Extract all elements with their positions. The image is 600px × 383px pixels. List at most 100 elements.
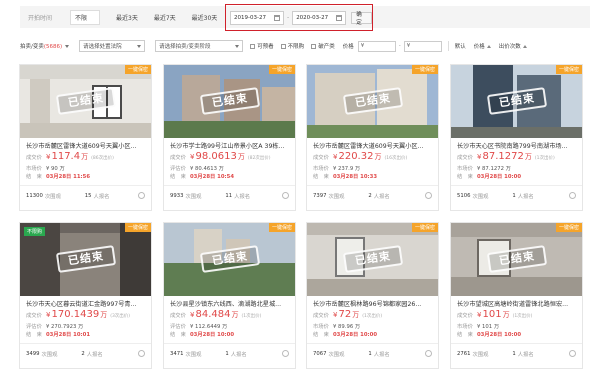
date-to-input[interactable]: 2020-03-27 (292, 10, 347, 25)
ref-price-value: ¥ 270.7923 万 (46, 324, 84, 330)
signup-suffix: 人报名 (517, 193, 534, 200)
card-title[interactable]: 长沙市岳麓区枫林路96号锦都家园26... (313, 299, 435, 308)
price-label: 价格 (342, 44, 354, 50)
card-title[interactable]: 长沙市岳麓区雷锋大道609号天翼小区... (26, 141, 148, 150)
badge: 一键保密 (411, 223, 438, 232)
deal-price-row: 成交价 ¥ 170.1439 万 (3次出价) (26, 309, 130, 320)
views-suffix: 次围观 (44, 193, 61, 200)
card-title[interactable]: 长沙市学士路99号江山帝景小区A 39栋... (170, 141, 292, 150)
auction-card[interactable]: 一键保密 已结束 长沙县星沙镇东六线西、滴湖路北星城... 成交价 ¥ 84.4… (163, 222, 296, 369)
signup-suffix: 人报名 (373, 193, 390, 200)
deal-price: 87.1272 (482, 151, 524, 162)
yen-sign: ¥ (46, 311, 51, 319)
ref-price-label: 市场价 (26, 166, 42, 172)
sort-default[interactable]: 默认 (455, 42, 466, 50)
bid-count: (86次出价) (91, 156, 114, 161)
date-from-input[interactable]: 2019-03-27 (230, 10, 285, 25)
favorite-icon[interactable] (138, 192, 145, 199)
price-to-input[interactable]: ¥ (403, 40, 442, 52)
date-from-value: 2019-03-27 (234, 14, 266, 21)
deal-price-label: 成交价 (457, 155, 473, 161)
date-range-highlight: 2019-03-27 - 2020-03-27 确定 (225, 4, 373, 31)
deal-price-row: 成交价 ¥ 101 万 (1次出价) (457, 309, 532, 320)
end-time: 03月28日 10:01 (46, 332, 91, 338)
auction-card[interactable]: 一键保密 已结束 长沙市岳麓区雷锋大道609号天翼小区... 成交价 ¥ 117… (19, 64, 152, 211)
count-value: (5686) (43, 44, 63, 50)
auction-card[interactable]: 不限购 一键保密 已结束 长沙市天心区暮云街道汇金路997号青... 成交价 ¥… (19, 222, 152, 369)
sort-bar: 拍卖/变卖(5686) 请选择处置法院 请选择拍卖/变卖阶段 可预看 不限购 破… (20, 38, 590, 54)
time-option-7days[interactable]: 最近7天 (146, 11, 184, 24)
deal-price: 84.484 (195, 309, 231, 320)
views-suffix: 次围观 (328, 193, 345, 200)
ref-price-value: ¥ 237.9 万 (333, 166, 361, 172)
favorite-icon[interactable] (425, 192, 432, 199)
deal-price-label: 成交价 (26, 313, 42, 319)
card-title[interactable]: 长沙市望城区高塘岭街道雷锋北路恒宏... (457, 299, 579, 308)
view-count: 9933 (170, 192, 184, 199)
deal-price: 72 (338, 309, 352, 320)
end-time-row: 结 束 03月28日 10:33 (313, 172, 377, 180)
badge: 一键保密 (124, 65, 151, 74)
stage-select-value: 请选择拍卖/变卖阶段 (159, 44, 211, 50)
unlimited-checkbox[interactable]: 不限购 (280, 42, 304, 50)
end-time: 03月28日 10:00 (477, 332, 522, 338)
views-suffix: 次围观 (185, 351, 202, 358)
favorite-icon[interactable] (282, 192, 289, 199)
calendar-icon (274, 14, 281, 21)
deal-price-label: 成交价 (313, 155, 329, 161)
end-time: 03月28日 10:54 (190, 174, 235, 180)
calendar-icon (336, 14, 343, 21)
badge: 一键保密 (268, 223, 295, 232)
confirm-button[interactable]: 确定 (351, 11, 372, 26)
preview-checkbox[interactable]: 可预看 (250, 42, 274, 50)
end-time-row: 结 束 03月28日 10:01 (26, 330, 90, 338)
court-select[interactable]: 请选择处置法院 (79, 40, 146, 52)
end-label: 结 束 (170, 332, 186, 338)
favorite-icon[interactable] (282, 350, 289, 357)
sort-arrow-icon (522, 45, 527, 48)
favorite-icon[interactable] (138, 350, 145, 357)
yen-sign: ¥ (333, 153, 338, 161)
price-from-input[interactable]: ¥ (357, 40, 396, 52)
end-time: 03月28日 10:00 (190, 332, 235, 338)
favorite-icon[interactable] (569, 192, 576, 199)
price-unit: 万 (81, 153, 89, 161)
court-select-value: 请选择处置法院 (83, 44, 122, 50)
signup-count: 1 (225, 350, 229, 357)
time-option-any[interactable]: 不限 (70, 9, 101, 25)
deal-price-label: 成交价 (26, 155, 42, 161)
badge: 一键保密 (555, 223, 582, 232)
auction-card[interactable]: 一键保密 已结束 长沙市天心区书院南路799号南湖市场... 成交价 ¥ 87.… (450, 64, 583, 211)
views-suffix: 次围观 (472, 351, 489, 358)
ref-price-value: ¥ 101 万 (477, 324, 500, 330)
favorite-icon[interactable] (425, 350, 432, 357)
card-title[interactable]: 长沙市岳麓区雷锋大道609号天翼小区... (313, 141, 435, 150)
sort-arrow-icon (486, 45, 491, 48)
sort-bids[interactable]: 出价次数 (499, 42, 527, 50)
card-title[interactable]: 长沙市天心区书院南路799号南湖市场... (457, 141, 579, 150)
signup-count: 2 (81, 350, 85, 357)
auction-card[interactable]: 一键保密 已结束 长沙市岳麓区枫林路96号锦都家园26... 成交价 ¥ 72 … (306, 222, 439, 369)
card-footer: 7067 次围观 1 人报名 (307, 343, 438, 363)
signup-suffix: 人报名 (373, 351, 390, 358)
card-title[interactable]: 长沙县星沙镇东六线西、滴湖路北星城... (170, 299, 292, 308)
time-option-30days[interactable]: 最近30天 (184, 11, 226, 24)
auction-card[interactable]: 一键保密 已结束 长沙市岳麓区雷锋大道609号天翼小区... 成交价 ¥ 220… (306, 64, 439, 211)
time-option-3days[interactable]: 最近3天 (108, 11, 146, 24)
ref-price-label: 评估价 (170, 166, 186, 172)
auction-card[interactable]: 一键保密 已结束 长沙市望城区高塘岭街道雷锋北路恒宏... 成交价 ¥ 101 … (450, 222, 583, 369)
stage-select[interactable]: 请选择拍卖/变卖阶段 (155, 40, 244, 52)
divider (447, 41, 449, 51)
view-count: 7067 (313, 350, 327, 357)
bankruptcy-checkbox[interactable]: 破产类 (311, 42, 335, 50)
card-footer: 7397 次围观 2 人报名 (307, 185, 438, 205)
views-suffix: 次围观 (185, 193, 202, 200)
favorite-icon[interactable] (569, 350, 576, 357)
sort-price[interactable]: 价格 (474, 42, 491, 50)
bid-count: (1次出价) (362, 314, 383, 319)
auction-count[interactable]: 拍卖/变卖(5686) (20, 42, 62, 50)
price-unit: 万 (502, 311, 510, 319)
yen-sign: ¥ (477, 311, 482, 319)
card-title[interactable]: 长沙市天心区暮云街道汇金路997号青... (26, 299, 148, 308)
auction-card[interactable]: 一键保密 已结束 长沙市学士路99号江山帝景小区A 39栋... 成交价 ¥ 9… (163, 64, 296, 211)
